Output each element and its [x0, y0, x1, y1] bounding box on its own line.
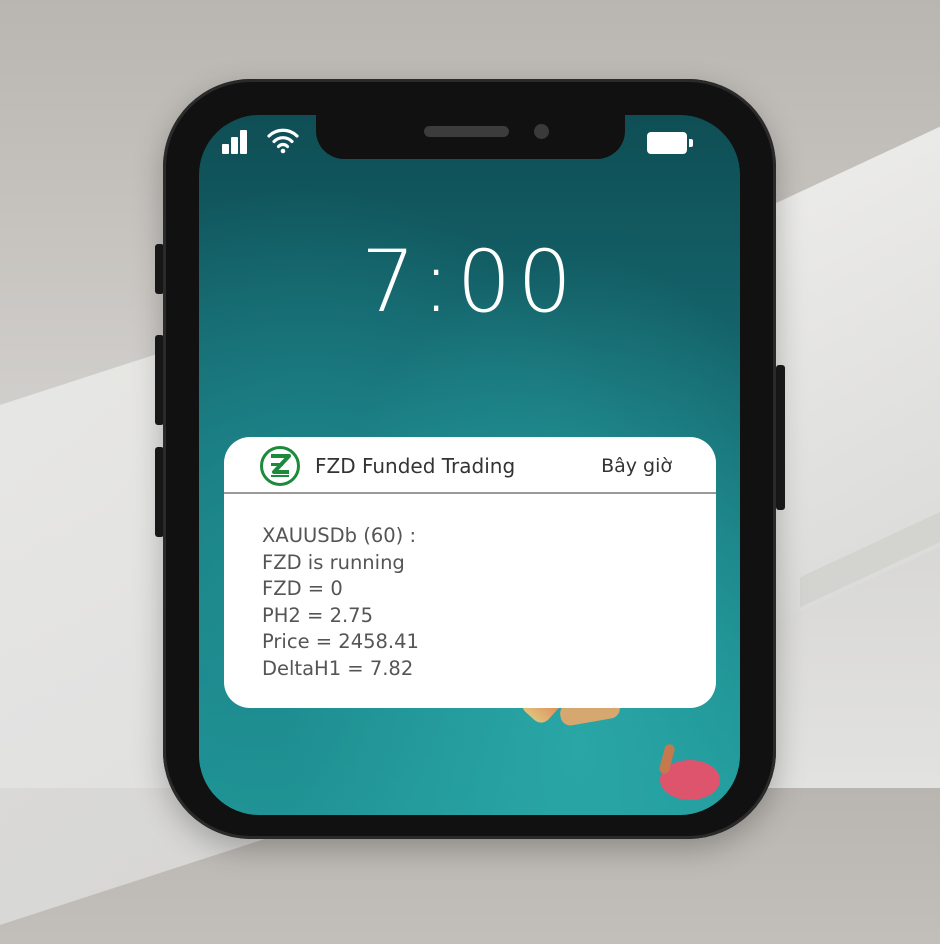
notification-card[interactable]: FZD Funded Trading Bây giờ XAUUSDb (60) …: [224, 437, 716, 708]
speaker: [424, 126, 509, 137]
notch: [316, 115, 625, 159]
notification-header: FZD Funded Trading Bây giờ: [224, 437, 716, 493]
notification-line: FZD = 0: [262, 577, 343, 600]
notification-app-name: FZD Funded Trading: [315, 454, 516, 478]
cellular-signal-icon: [222, 126, 254, 154]
notification-line: Price = 2458.41: [262, 630, 419, 653]
wifi-icon: [266, 126, 300, 154]
notification-line: FZD is running: [262, 550, 405, 574]
battery-icon: [647, 132, 693, 154]
notification-line: DeltaH1 = 7.82: [262, 656, 414, 680]
notification-body: XAUUSDb (60) : FZD is running FZD = 0 PH…: [262, 523, 682, 682]
notification-timestamp: Bây giờ: [601, 455, 672, 477]
front-camera: [534, 124, 549, 139]
lock-screen-clock: 7:00: [360, 232, 579, 332]
notification-line: XAUUSDb (60) :: [262, 524, 417, 547]
power-button[interactable]: [776, 365, 785, 510]
notification-line: PH2 = 2.75: [262, 603, 373, 627]
divider: [224, 492, 716, 494]
fzd-logo-icon: [260, 446, 300, 486]
